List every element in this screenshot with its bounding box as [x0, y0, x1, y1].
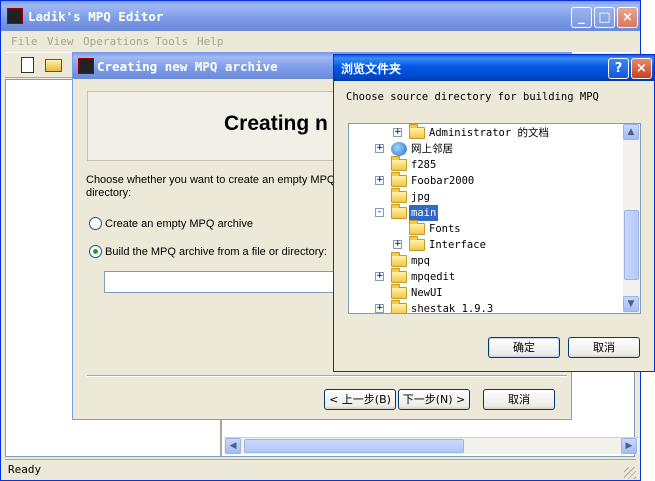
app-icon — [7, 8, 23, 24]
tree-item-label: Foobar2000 — [411, 175, 475, 187]
tree-vertical-scrollbar[interactable]: ▲ ▼ — [623, 124, 640, 313]
minimize-button[interactable]: _ — [571, 7, 592, 28]
tree-item-foobar2000[interactable]: + Foobar2000 — [349, 172, 624, 189]
horizontal-scrollbar[interactable]: ◀ ▶ — [224, 437, 639, 454]
status-bar: Ready — [5, 459, 636, 479]
menu-tools[interactable]: Tools — [155, 35, 188, 48]
browse-close-button[interactable]: × — [631, 58, 652, 79]
browse-instruction: Choose source directory for building MPQ — [346, 91, 599, 103]
folder-icon — [391, 156, 407, 171]
tree-item-label: Interface — [429, 239, 486, 251]
ok-button[interactable]: 确定 — [488, 337, 560, 358]
resize-grip[interactable] — [624, 467, 636, 479]
tree-item-interface[interactable]: + Interface — [349, 236, 624, 253]
scroll-left-icon[interactable]: ◀ — [225, 438, 241, 454]
option-build-from-directory[interactable]: Build the MPQ archive from a file or dir… — [89, 245, 327, 258]
browse-folder-dialog: 浏览文件夹 ? × Choose source directory for bu… — [333, 54, 655, 372]
folder-icon — [391, 284, 407, 299]
menu-help[interactable]: Help — [197, 35, 224, 48]
expand-icon[interactable]: + — [375, 272, 384, 281]
wizard-app-icon — [78, 58, 94, 74]
radio-empty-archive[interactable] — [89, 217, 102, 230]
option-build-from-directory-label: Build the MPQ archive from a file or dir… — [105, 246, 327, 258]
expand-icon[interactable]: + — [375, 144, 384, 153]
tree-item-label: mpq — [411, 255, 430, 267]
folder-icon — [391, 252, 407, 267]
tree-item-label: mpqedit — [411, 271, 456, 283]
expand-icon[interactable]: + — [393, 128, 402, 137]
tree-item-label: f285 — [411, 159, 437, 171]
collapse-icon[interactable]: - — [375, 208, 384, 217]
network-icon — [391, 142, 407, 156]
next-button[interactable]: 下一步(N) > — [398, 389, 470, 410]
folder-icon — [391, 172, 407, 187]
new-file-icon[interactable] — [21, 57, 34, 73]
wizard-separator — [87, 375, 567, 377]
scroll-right-icon[interactable]: ▶ — [621, 438, 637, 454]
tree-item-mpq[interactable]: mpq — [349, 252, 624, 269]
maximize-button[interactable]: □ — [594, 7, 615, 28]
status-text: Ready — [8, 463, 42, 476]
tree-item-shestak[interactable]: + shestak 1.9.3 — [349, 300, 624, 314]
tree-item-label: Administrator 的文档 — [429, 127, 550, 139]
tree-item-label: main — [409, 205, 439, 221]
scroll-thumb[interactable] — [244, 439, 464, 453]
tree-item-label: 网上邻居 — [411, 143, 453, 155]
scroll-down-icon[interactable]: ▼ — [623, 296, 639, 312]
wizard-title: Creating new MPQ archive — [97, 59, 278, 74]
open-folder-icon[interactable] — [45, 59, 62, 72]
folder-icon — [409, 236, 425, 251]
tree-item-label: shestak 1.9.3 — [411, 303, 494, 314]
tree-scroll-thumb[interactable] — [624, 210, 639, 280]
browse-titlebar[interactable]: 浏览文件夹 ? × — [334, 55, 654, 81]
menu-operations[interactable]: Operations — [83, 35, 149, 48]
main-window-title: Ladik's MPQ Editor — [28, 9, 164, 24]
folder-icon — [391, 268, 407, 283]
folder-icon — [391, 300, 407, 313]
main-titlebar[interactable]: Ladik's MPQ Editor _ □ × — [1, 1, 640, 31]
browse-cancel-button[interactable]: 取消 — [568, 337, 640, 358]
radio-build-from-directory[interactable] — [89, 245, 102, 258]
folder-icon — [409, 124, 425, 139]
browse-title: 浏览文件夹 — [341, 62, 402, 76]
menu-file[interactable]: File — [11, 35, 38, 48]
tree-item-jpg[interactable]: jpg — [349, 188, 624, 205]
folder-tree[interactable]: + Administrator 的文档 + 网上邻居 f285 + Foobar… — [348, 123, 641, 314]
wizard-prompt: Choose whether you want to create an emp… — [86, 174, 336, 199]
tree-item-network[interactable]: + 网上邻居 — [349, 141, 624, 157]
expand-icon[interactable]: + — [375, 304, 384, 313]
option-empty-archive-label: Create an empty MPQ archive — [105, 218, 253, 230]
expand-icon[interactable]: + — [375, 176, 384, 185]
wizard-cancel-button[interactable]: 取消 — [483, 389, 555, 410]
tree-item-label: Fonts — [429, 223, 461, 235]
source-path-input[interactable] — [104, 271, 344, 293]
tree-item-main[interactable]: - main — [349, 204, 624, 221]
wizard-heading: Creating n — [224, 112, 328, 135]
tree-item-admin-docs[interactable]: + Administrator 的文档 — [349, 124, 624, 141]
folder-open-icon — [391, 204, 407, 219]
tree-item-mpqedit[interactable]: + mpqedit — [349, 268, 624, 285]
tree-item-f285[interactable]: f285 — [349, 156, 624, 173]
tree-item-fonts[interactable]: Fonts — [349, 220, 624, 237]
menu-bar: File View Operations Tools Help — [5, 31, 636, 51]
menu-view[interactable]: View — [47, 35, 74, 48]
help-button[interactable]: ? — [608, 58, 629, 79]
expand-icon[interactable]: + — [393, 240, 402, 249]
tree-item-newui[interactable]: NewUI — [349, 284, 624, 301]
tree-item-label: NewUI — [411, 287, 443, 299]
folder-icon — [409, 220, 425, 235]
option-empty-archive[interactable]: Create an empty MPQ archive — [89, 217, 253, 230]
back-button[interactable]: < 上一步(B) — [324, 389, 396, 410]
scroll-up-icon[interactable]: ▲ — [623, 124, 639, 140]
tree-item-label: jpg — [411, 191, 430, 203]
folder-icon — [391, 188, 407, 203]
close-button[interactable]: × — [617, 7, 638, 28]
